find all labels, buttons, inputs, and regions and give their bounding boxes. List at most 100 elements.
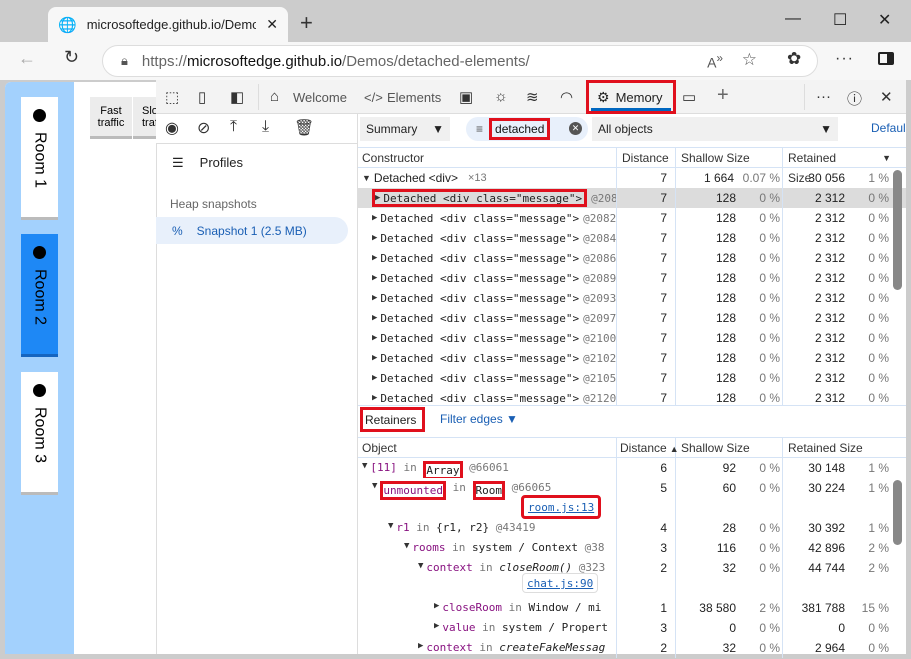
fast-traffic-button[interactable]: Fast traffic <box>90 97 132 139</box>
browser-tab[interactable]: 🌐 microsoftedge.github.io/Demos/detached… <box>48 7 288 42</box>
object-id: @66065 <box>511 481 552 494</box>
table-row[interactable]: ▶ Detached <div class="message"> @2086 7 1… <box>358 248 906 268</box>
scrollbar[interactable] <box>893 170 902 290</box>
shallow: 128 <box>715 311 736 325</box>
more-tools-icon[interactable]: + <box>717 84 729 107</box>
table-row[interactable]: ▶ Detached <div class="message"> @2102 7 1… <box>358 348 906 368</box>
in-label: in <box>452 541 466 554</box>
node-name: Detached <div class="message"> <box>380 231 580 245</box>
maximize-button[interactable]: ☐ <box>833 10 847 30</box>
tab-elements[interactable]: Elements <box>387 90 441 105</box>
col-distance[interactable]: Distance <box>617 148 676 167</box>
col-distance-label: Distance <box>620 441 667 455</box>
table-row[interactable]: ▶ Detached <div class="message"> @2093 7 1… <box>358 288 906 308</box>
profiles-header[interactable]: ☰ Profiles <box>172 155 243 171</box>
console-icon[interactable]: ▣ <box>459 88 473 106</box>
table-row[interactable]: ▼ context in closeRoom() @323 2 32 0 % 44 … <box>358 558 906 598</box>
retainer-rows: ▼ [11] in Array @66061 6 92 0 % 30 148 1 % ▼… <box>358 458 906 658</box>
back-button[interactable]: ← <box>18 48 36 69</box>
table-row[interactable]: ▶ Detached <div class="message"> @2082 7 1… <box>358 208 906 228</box>
col-object[interactable]: Object <box>358 438 617 457</box>
extensions-icon[interactable]: ✿ <box>787 49 801 69</box>
filter-value[interactable]: detached <box>489 118 551 140</box>
table-row[interactable]: ▶ closeRoom in Window / mi 1 38 580 2 % 38… <box>358 598 906 618</box>
tab-welcome[interactable]: Welcome <box>293 90 347 105</box>
delete-icon[interactable]: 🗑︎ <box>294 118 314 138</box>
table-row[interactable]: ▶ context in createFakeMessag 2 32 0 % 2 9… <box>358 638 906 658</box>
performance-icon[interactable]: ◠ <box>560 88 573 106</box>
snapshot-item[interactable]: % Snapshot 1 (2.5 MB) <box>156 217 348 244</box>
source-link-chat[interactable]: chat.js:90 <box>522 573 599 593</box>
minimize-button[interactable]: — <box>785 10 801 28</box>
read-aloud-icon[interactable]: A» <box>707 52 723 71</box>
in-label: in <box>416 521 430 534</box>
table-row[interactable]: ▶Detached <div class="message">@2081 7 1… <box>358 188 906 208</box>
table-row[interactable]: ▼ [11] in Array @66061 6 92 0 % 30 148 1 % <box>358 458 906 478</box>
source-link-room[interactable]: room.js:13 <box>521 495 602 519</box>
device-emulation-icon[interactable]: ▯ <box>198 88 206 106</box>
col-retained[interactable]: Retained Size ▼ <box>783 148 891 185</box>
record-icon[interactable]: ◉ <box>165 118 179 138</box>
close-tab-icon[interactable]: ✕ <box>266 16 278 33</box>
default-link[interactable]: Defaul <box>871 121 906 135</box>
close-window-button[interactable]: ✕ <box>878 10 891 30</box>
objects-select-value: All objects <box>598 122 653 136</box>
more-menu-icon[interactable]: ··· <box>835 50 854 68</box>
close-devtools-icon[interactable]: ✕ <box>880 88 893 106</box>
table-row[interactable]: ▶ Detached <div class="message"> @2100 7 1… <box>358 328 906 348</box>
table-row[interactable]: ▶ Detached <div class="message"> @2097 7 1… <box>358 308 906 328</box>
network-icon[interactable]: ≋ <box>526 88 539 106</box>
save-profile-icon[interactable]: ⤓ <box>262 118 269 136</box>
chat-js-link[interactable]: chat.js:90 <box>527 577 593 590</box>
col-shallow[interactable]: Shallow Size <box>676 438 783 457</box>
address-bar[interactable]: 🔒︎ https://microsoftedge.github.io/Demos… <box>102 45 818 77</box>
table-row[interactable]: ▶ value in system / Propert 3 0 0 % 0 0 % <box>358 618 906 638</box>
table-row[interactable]: ▶ Detached <div class="message"> @2084 7 1… <box>358 228 906 248</box>
dock-icon[interactable]: ◧ <box>230 88 244 106</box>
application-icon[interactable]: ▭ <box>682 88 696 106</box>
col-retained[interactable]: Retained Size <box>783 438 891 457</box>
retained: 381 788 <box>801 601 845 615</box>
url-text: https://microsoftedge.github.io/Demos/de… <box>141 52 530 70</box>
group-row[interactable]: ▼ Detached <div> ×13 7 1 664 0.07 % 30 056 1… <box>358 168 906 188</box>
tab-memory[interactable]: ⚙ Memory <box>586 80 676 114</box>
table-row[interactable]: ▶ Detached <div class="message"> @2105 7 1… <box>358 368 906 388</box>
load-profile-icon[interactable]: ⤒ <box>230 118 237 136</box>
constructor-grid: Constructor Distance Shallow Size Retain… <box>358 147 906 408</box>
distance: 6 <box>617 458 676 478</box>
new-tab-button[interactable]: + <box>300 10 313 36</box>
table-row[interactable]: ▼ rooms in system / Context @38 3 116 0 % … <box>358 538 906 558</box>
retained-pct: 0 % <box>868 191 889 205</box>
node-name-wrap: ▶ Detached <div class="message"> <box>372 252 579 265</box>
class-filter-input[interactable]: ≡ detached ✕ <box>466 117 588 141</box>
clear-filter-icon[interactable]: ✕ <box>569 122 582 135</box>
room-2-button[interactable]: Room 2 <box>21 234 58 357</box>
table-row[interactable]: ▶ Detached <div class="message"> @2089 7 1… <box>358 268 906 288</box>
table-row[interactable]: ▼ r1 in {r1, r2} @43419 4 28 0 % 30 392 1 % <box>358 518 906 538</box>
inspect-icon[interactable]: ⬚ <box>165 88 179 106</box>
room-label: Room 2 <box>31 269 49 326</box>
slow-traffic-button[interactable]: Slow traffic <box>133 97 156 139</box>
room-1-button[interactable]: Room 1 <box>21 97 58 220</box>
col-shallow[interactable]: Shallow Size <box>676 148 783 167</box>
table-row[interactable]: ▼ unmounted in Room @66065 5 60 0 % 30 224… <box>358 478 906 518</box>
customize-menu-icon[interactable]: ··· <box>816 88 831 105</box>
filter-edges-button[interactable]: Filter edges ▼ <box>440 412 518 426</box>
room-js-link[interactable]: room.js:13 <box>528 501 594 514</box>
bug-icon[interactable]: ☼ <box>494 88 508 105</box>
help-icon[interactable]: ⓘ <box>847 88 862 109</box>
col-distance[interactable]: Distance ▲ <box>617 438 679 457</box>
retainers-tab[interactable]: Retainers <box>360 407 425 432</box>
reload-button[interactable]: ↻ <box>64 47 79 68</box>
favorite-star-icon[interactable]: ☆ <box>742 50 757 70</box>
retained: 2 964 <box>814 641 845 655</box>
edge-name: context <box>426 561 473 574</box>
node-name-wrap: ▶ Detached <div class="message"> <box>372 372 579 385</box>
view-select[interactable]: Summary ▼ <box>360 117 450 141</box>
room-3-button[interactable]: Room 3 <box>21 372 58 495</box>
col-constructor[interactable]: Constructor <box>358 148 617 167</box>
objects-select[interactable]: All objects ▼ <box>592 117 838 141</box>
clear-icon[interactable]: ⊘ <box>197 118 210 138</box>
scrollbar[interactable] <box>893 480 902 545</box>
sidebar-toggle-icon[interactable] <box>878 52 894 65</box>
